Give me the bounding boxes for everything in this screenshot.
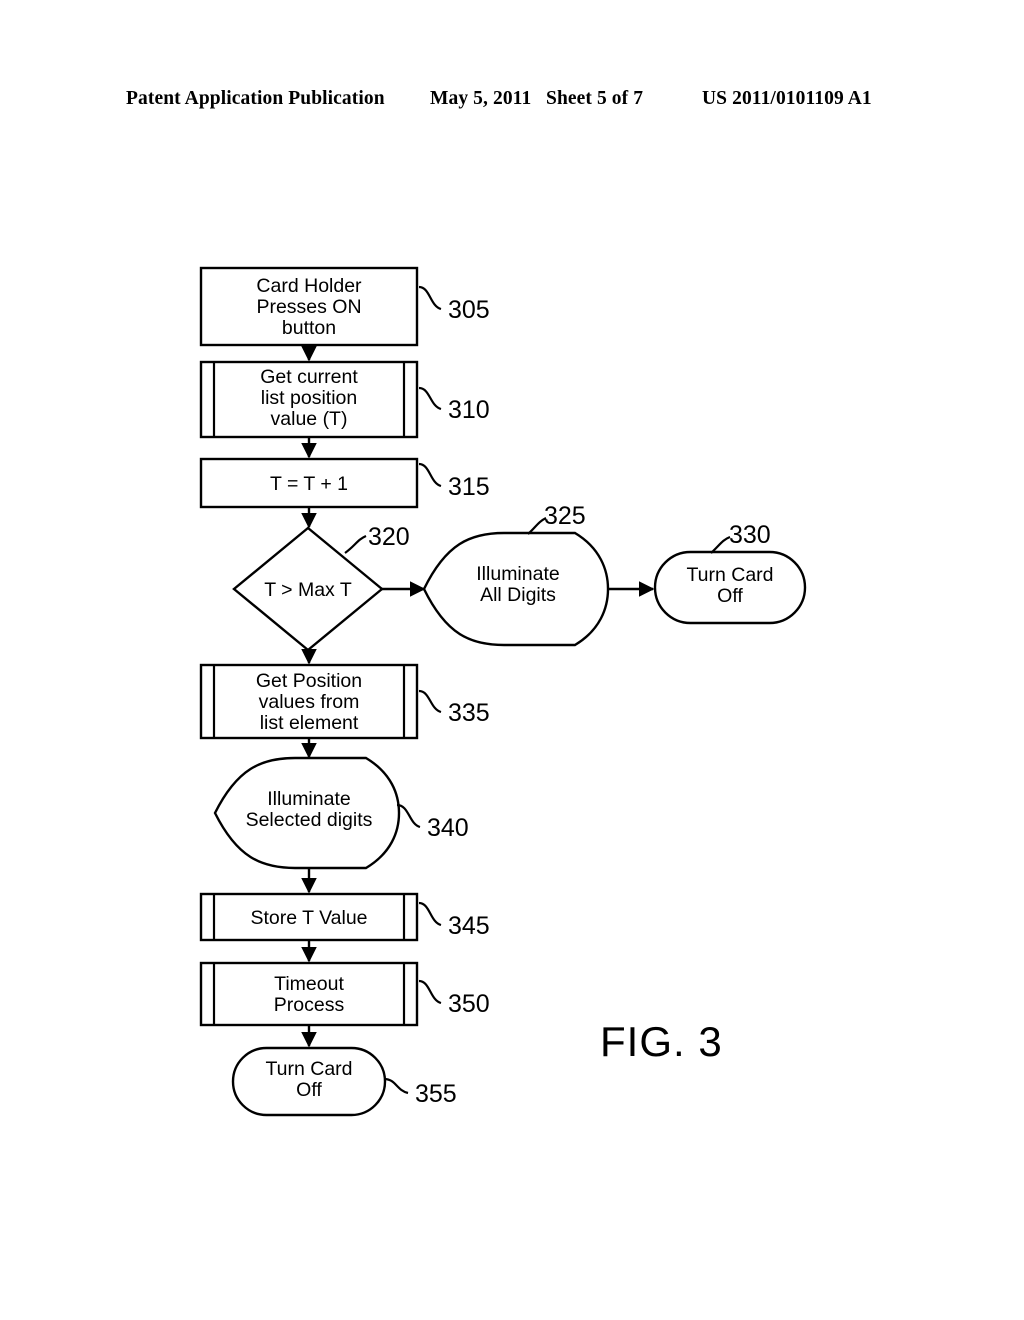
node-label-line: Off	[717, 585, 743, 607]
flow-node-325[interactable]: Illuminate All Digits 325	[422, 502, 610, 647]
reference-numeral-305: 305	[448, 296, 490, 324]
flow-node-350[interactable]: Timeout Process 350	[199, 961, 490, 1027]
reference-numeral-320: 320	[368, 523, 410, 551]
leader-line-330	[710, 535, 731, 554]
leader-line-310	[418, 386, 442, 411]
node-label-line: Store T Value	[250, 907, 367, 929]
reference-numeral-340: 340	[427, 814, 469, 842]
flow-node-345[interactable]: Store T Value 345	[199, 892, 490, 942]
node-label-line: Presses ON	[256, 296, 361, 318]
leader-line-305	[418, 285, 442, 311]
flowchart-figure: Card Holder Presses ON button 305 Get cu…	[0, 0, 1024, 1320]
leader-line-340	[396, 803, 421, 829]
node-label-line: Get Position	[256, 670, 362, 692]
flow-node-355[interactable]: Turn Card Off 355	[231, 1046, 457, 1117]
node-label-line: Off	[296, 1079, 322, 1101]
flow-node-320[interactable]: T > Max T 320	[232, 523, 410, 652]
reference-numeral-345: 345	[448, 912, 490, 940]
node-label-line: Illuminate	[267, 788, 350, 810]
reference-numeral-330: 330	[729, 521, 771, 549]
node-label-line: Process	[274, 994, 345, 1016]
leader-line-345	[418, 901, 442, 927]
leader-line-335	[418, 689, 442, 714]
leader-line-315	[418, 462, 442, 488]
node-label-line: Get current	[260, 366, 358, 388]
node-label-line: Turn Card	[265, 1058, 352, 1080]
node-label-line: Illuminate	[476, 563, 559, 585]
leader-line-355	[383, 1077, 409, 1095]
node-label-line: value (T)	[271, 408, 348, 430]
node-label-line: Selected digits	[246, 809, 373, 831]
flow-node-305[interactable]: Card Holder Presses ON button 305	[199, 266, 490, 347]
node-label-line: All Digits	[480, 584, 556, 606]
node-label-line: button	[282, 317, 336, 339]
reference-numeral-355: 355	[415, 1080, 457, 1108]
flow-node-315[interactable]: T = T + 1 315	[199, 457, 490, 509]
node-label-line: list element	[260, 712, 359, 734]
node-label-line: T = T + 1	[270, 473, 348, 495]
node-label-line: Timeout	[274, 973, 344, 995]
leader-line-320	[344, 534, 367, 554]
node-label-line: values from	[259, 691, 360, 713]
node-label-line: Card Holder	[256, 275, 362, 297]
node-label-line: list position	[261, 387, 357, 409]
reference-numeral-315: 315	[448, 473, 490, 501]
flow-node-330[interactable]: Turn Card Off 330	[653, 521, 807, 625]
reference-numeral-310: 310	[448, 396, 490, 424]
flow-node-340[interactable]: Illuminate Selected digits 340	[213, 756, 469, 870]
node-label-line: T > Max T	[264, 579, 352, 601]
node-label-line: Turn Card	[686, 564, 773, 586]
reference-numeral-350: 350	[448, 990, 490, 1018]
flow-node-335[interactable]: Get Position values from list element 33…	[199, 663, 490, 740]
reference-numeral-325: 325	[544, 502, 586, 530]
flow-node-310[interactable]: Get current list position value (T) 310	[199, 360, 490, 439]
figure-label: FIG. 3	[600, 1018, 723, 1065]
leader-line-350	[418, 979, 442, 1005]
reference-numeral-335: 335	[448, 699, 490, 727]
